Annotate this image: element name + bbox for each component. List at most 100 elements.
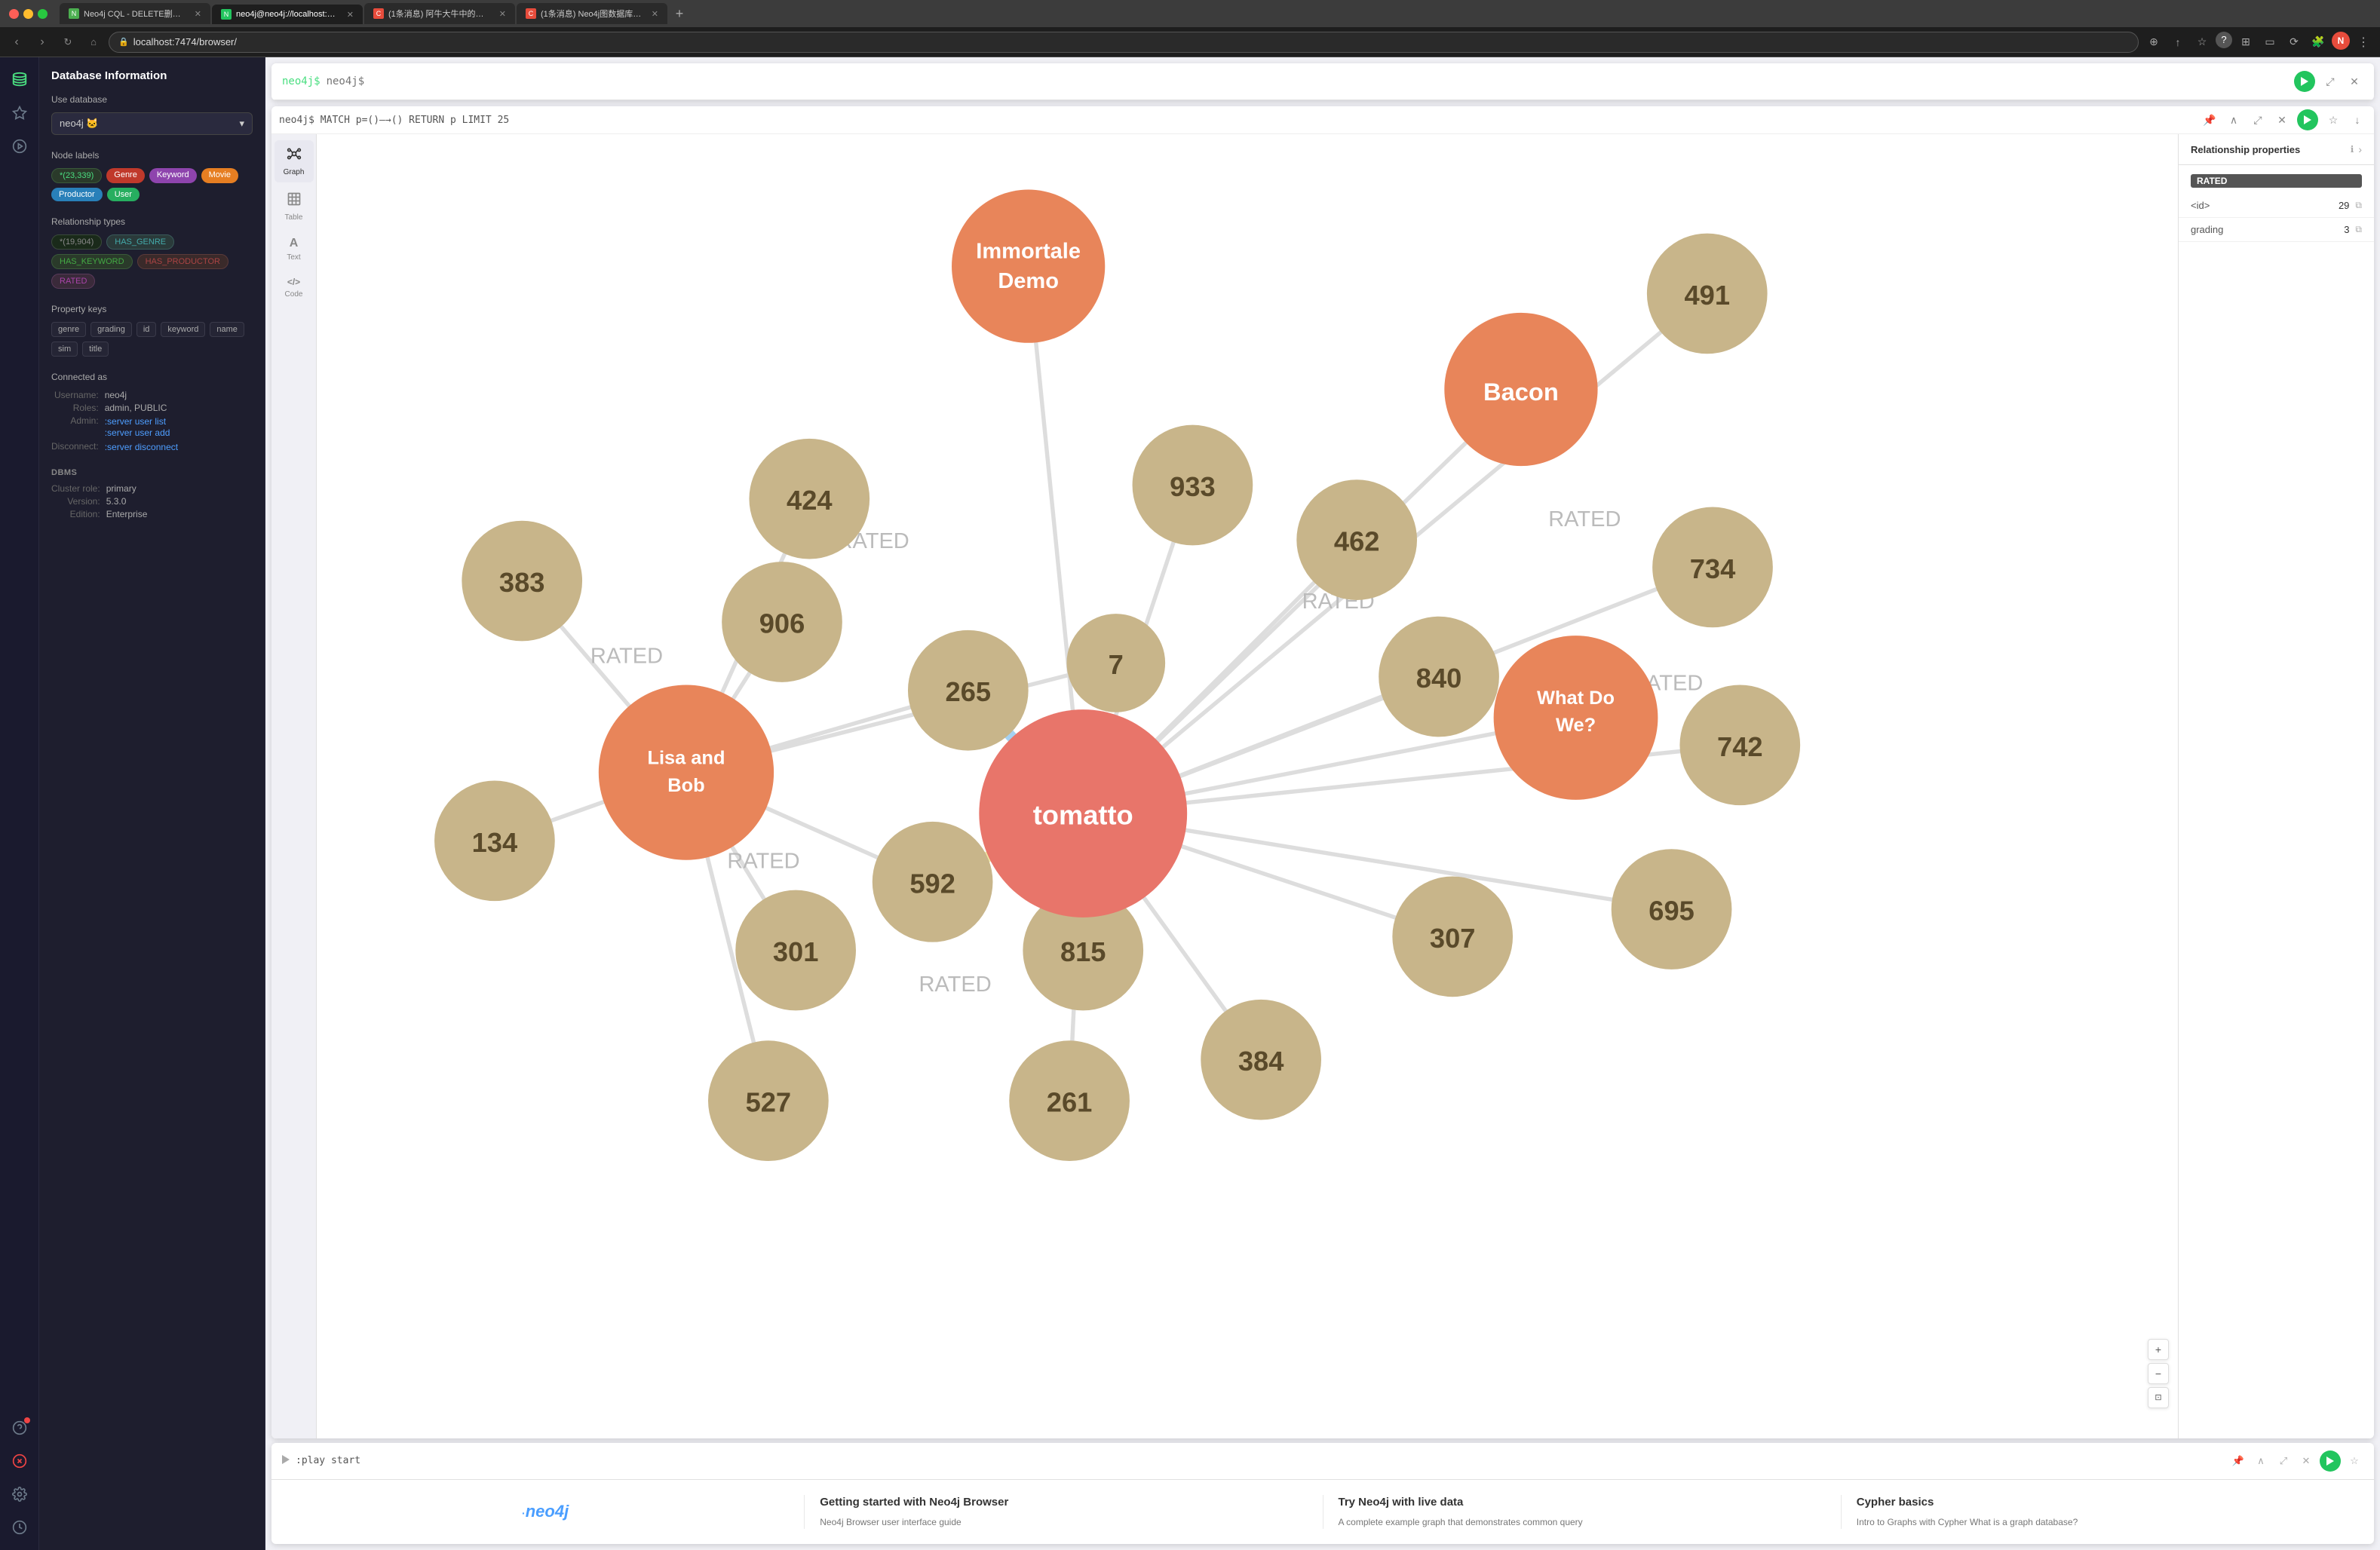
card-text-live-data: A complete example graph that demonstrat… [1339, 1515, 1826, 1529]
tab-table[interactable]: Table [274, 185, 314, 228]
zoom-in-button[interactable]: + [2148, 1339, 2169, 1360]
tab-code[interactable]: </> Code [274, 271, 314, 305]
download-icon[interactable]: ↓ [2348, 111, 2366, 129]
prop-id[interactable]: id [136, 322, 157, 337]
tab-graph[interactable]: Graph [274, 140, 314, 182]
sidebar-item-help[interactable] [6, 1414, 33, 1441]
node-label-genre[interactable]: Genre [106, 168, 145, 183]
tab2-close[interactable]: ✕ [347, 10, 354, 20]
run-query-button[interactable] [2294, 71, 2315, 92]
tab-text[interactable]: A Text [274, 231, 314, 268]
back-button[interactable]: ‹ [6, 32, 27, 53]
sidebar-icon[interactable]: ▭ [2259, 32, 2280, 53]
prop-genre[interactable]: genre [51, 322, 86, 337]
close-button[interactable] [9, 9, 19, 19]
profile-icon[interactable]: N [2332, 32, 2350, 50]
view-tabs: Graph [271, 134, 317, 1438]
extension-icon[interactable]: ⊞ [2235, 32, 2256, 53]
node-label-count[interactable]: *(23,339) [51, 168, 102, 183]
props-collapse-icon[interactable]: › [2358, 143, 2362, 155]
maximize-button[interactable] [38, 9, 48, 19]
node-lisa[interactable] [599, 685, 774, 859]
sidebar-item-database[interactable] [6, 66, 33, 93]
edition-label: Edition: [51, 509, 100, 519]
query-input[interactable] [327, 75, 2294, 87]
prop-sim[interactable]: sim [51, 342, 78, 357]
minimize-button[interactable] [23, 9, 33, 19]
bookmark-result-icon[interactable]: ☆ [2324, 111, 2342, 129]
bottom-chevron-up-icon[interactable]: ∧ [2252, 1452, 2270, 1470]
lock-icon: 🔒 [118, 37, 129, 47]
sidebar-item-plugin[interactable] [6, 1514, 33, 1541]
close-query-icon[interactable]: ✕ [2345, 72, 2363, 90]
close-result-icon[interactable]: ✕ [2273, 111, 2291, 129]
zoom-controls: + − ⊡ [2148, 1339, 2169, 1408]
graph-canvas[interactable]: RATED RATED RATED RATED RATED RATED RATE… [317, 134, 2178, 1438]
menu-icon[interactable]: ⋮ [2353, 32, 2374, 53]
database-selector[interactable]: neo4j 🐱 ▾ [51, 112, 253, 135]
version-value: 5.3.0 [106, 496, 253, 507]
server-user-add-link[interactable]: :server user add [105, 427, 253, 438]
browser-tab-4[interactable]: C (1条消息) Neo4j图数据库介绍及... ✕ [517, 3, 667, 24]
prop-grading[interactable]: grading [90, 322, 132, 337]
edge-label-rated-7: RATED [727, 850, 799, 874]
new-tab-button[interactable]: + [669, 3, 690, 24]
rel-rated-tag[interactable]: RATED [51, 274, 95, 289]
question-icon[interactable]: ? [2216, 32, 2232, 48]
forward-button[interactable]: › [32, 32, 53, 53]
node-immortale[interactable] [952, 190, 1105, 343]
node-label-user[interactable]: User [107, 188, 140, 201]
url-bar[interactable]: 🔒 localhost:7474/browser/ [109, 32, 2139, 53]
rel-has-productor-tag[interactable]: HAS_PRODUCTOR [137, 254, 228, 269]
server-user-list-link[interactable]: :server user list [105, 416, 253, 427]
bottom-close-icon[interactable]: ✕ [2297, 1452, 2315, 1470]
sidebar-item-settings[interactable] [6, 1481, 33, 1508]
rel-has-keyword-tag[interactable]: HAS_KEYWORD [51, 254, 133, 269]
prop-keyword[interactable]: keyword [161, 322, 205, 337]
browser-tab-3[interactable]: C (1条消息) 阿牛大牛中的博客_CS... ✕ [364, 3, 515, 24]
text-icon: A [290, 237, 299, 250]
copy-id-button[interactable]: ⧉ [2355, 200, 2362, 211]
pin-icon[interactable]: 📌 [2201, 111, 2219, 129]
node-label-movie[interactable]: Movie [201, 168, 238, 183]
run-result-button[interactable] [2297, 109, 2318, 130]
props-info-icon[interactable]: ℹ [2351, 144, 2354, 155]
bottom-query-content: :play start [282, 1455, 2229, 1467]
sidebar-item-favorites[interactable] [6, 100, 33, 127]
rel-count-tag[interactable]: *(19,904) [51, 234, 102, 250]
copy-grading-button[interactable]: ⧉ [2355, 224, 2362, 235]
tab3-close[interactable]: ✕ [499, 9, 506, 19]
rel-has-genre-tag[interactable]: HAS_GENRE [106, 234, 174, 250]
browser-tab-2[interactable]: N neo4j@neo4j://localhost:7687/... ✕ [212, 5, 363, 24]
tab4-close[interactable]: ✕ [652, 9, 658, 19]
tab-code-label: Code [285, 290, 303, 299]
expand-result-icon[interactable]: ⤢ [2249, 111, 2267, 129]
bottom-run-button[interactable] [2320, 1450, 2341, 1472]
bottom-bookmark-icon[interactable]: ☆ [2345, 1452, 2363, 1470]
sidebar-item-play[interactable] [6, 133, 33, 160]
refresh-button[interactable]: ↻ [57, 32, 78, 53]
tab-table-label: Table [285, 213, 303, 222]
disconnect-link[interactable]: :server disconnect [105, 442, 253, 452]
sidebar-item-disconnect[interactable] [6, 1447, 33, 1475]
expand-icon[interactable]: ⤢ [2321, 72, 2339, 90]
tab1-close[interactable]: ✕ [195, 9, 201, 19]
node-592-label: 592 [909, 868, 955, 899]
fit-graph-button[interactable]: ⊡ [2148, 1387, 2169, 1408]
translate-icon[interactable]: ⊕ [2143, 32, 2164, 53]
node-label-keyword[interactable]: Keyword [149, 168, 197, 183]
browser-tab-1[interactable]: N Neo4j CQL - DELETE删除_w3c ✕ [60, 3, 210, 24]
node-label-productor[interactable]: Productor [51, 188, 103, 201]
home-button[interactable]: ⌂ [83, 32, 104, 53]
extensions-icon[interactable]: 🧩 [2308, 32, 2329, 53]
reload-icon[interactable]: ⟳ [2283, 32, 2305, 53]
bookmark-icon[interactable]: ☆ [2191, 32, 2213, 53]
zoom-out-button[interactable]: − [2148, 1363, 2169, 1384]
share-icon[interactable]: ↑ [2167, 32, 2188, 53]
prop-name[interactable]: name [210, 322, 244, 337]
prop-title[interactable]: title [82, 342, 109, 357]
chevron-up-icon[interactable]: ∧ [2225, 111, 2243, 129]
bottom-pin-icon[interactable]: 📌 [2229, 1452, 2247, 1470]
bottom-expand-icon[interactable]: ⤢ [2274, 1452, 2293, 1470]
bottom-card-logo: ·neo4j [287, 1495, 805, 1530]
